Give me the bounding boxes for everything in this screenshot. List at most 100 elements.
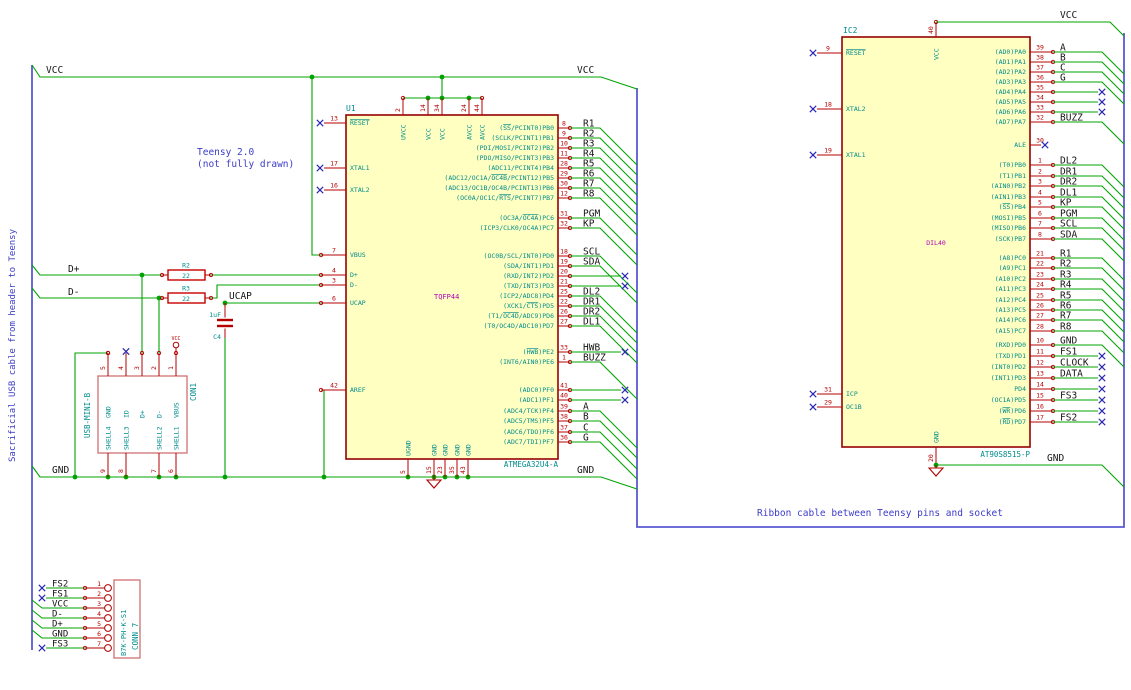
u1-value: TQFP44 [434, 293, 459, 301]
u1-pin-number: 34 [433, 104, 441, 112]
ic2-ref[interactable]: IC2 [843, 26, 858, 35]
conn7-pad-7[interactable] [104, 644, 112, 652]
net-label-g[interactable]: G [583, 433, 589, 444]
net-label-r2[interactable]: R2 [1060, 259, 1071, 270]
note-teensy[interactable]: Teensy 2.0 [197, 147, 254, 158]
net-label-sda[interactable]: SDA [1060, 230, 1077, 241]
u1-pin-name: (OC0A/OC1C/RTS/PCINT7)PB7 [456, 194, 554, 202]
u1-ref[interactable]: U1 [346, 104, 356, 113]
net-label-clock[interactable]: CLOCK [1060, 358, 1089, 369]
note-sacrificial-usb-cable[interactable]: Sacrificial USB cable from header to Tee… [8, 228, 18, 462]
ic2-pin-name: (AD3)PA3 [995, 78, 1026, 86]
conn7-ref[interactable]: CONN_7 [131, 623, 140, 650]
net-label-gnd[interactable]: GND [52, 465, 69, 476]
vcc-power-symbol-label: VCC [171, 336, 180, 342]
ic2-pin-number: 26 [1036, 302, 1044, 310]
wire-R4 [570, 157, 638, 196]
usb-ref[interactable]: CON1 [189, 383, 198, 401]
net-label-r7[interactable]: R7 [1060, 311, 1071, 322]
net-label-vcc[interactable]: VCC [577, 65, 594, 76]
net-label-ucap[interactable]: UCAP [229, 291, 252, 302]
ic2-pin-name: (A15)PC7 [995, 327, 1026, 335]
net-label-r8[interactable]: R8 [583, 189, 595, 200]
u1-pin-number: 24 [460, 104, 468, 112]
conn7-pad-4[interactable] [104, 614, 112, 622]
net-label-fs1[interactable]: FS1 [1060, 347, 1077, 358]
net-label-fs2[interactable]: FS2 [1060, 413, 1077, 424]
net-label-fs3[interactable]: FS3 [52, 640, 68, 650]
wire-vcc [936, 21, 1125, 37]
net-label-dl1[interactable]: DL1 [583, 317, 600, 328]
note-ribbon-cable[interactable]: Ribbon cable between Teensy pins and soc… [757, 508, 1003, 519]
net-label-d-[interactable]: D- [52, 610, 63, 620]
u1-pin-number: 18 [560, 248, 568, 256]
net-label-kp[interactable]: KP [1060, 198, 1072, 209]
conn7-pad-1[interactable] [104, 584, 112, 592]
net-label-vcc[interactable]: VCC [46, 65, 63, 76]
net-label-buzz[interactable]: BUZZ [583, 353, 606, 364]
net-label-b[interactable]: B [583, 412, 589, 423]
net-label-data[interactable]: DATA [1060, 369, 1083, 380]
net-label-r8[interactable]: R8 [1060, 322, 1072, 333]
wire-R6 [570, 177, 638, 216]
conn7-pad-5[interactable] [104, 624, 112, 632]
u1-pin-name: UGND [405, 440, 413, 456]
conn7-pad-3[interactable] [104, 604, 112, 612]
conn7-pin-number: 2 [97, 590, 101, 598]
net-label-gnd[interactable]: GND [1047, 453, 1064, 464]
wire-R8 [570, 197, 638, 236]
usb-pin-number: 6 [167, 469, 175, 473]
u1-pin-number: 20 [560, 268, 568, 276]
net-label-fs3[interactable]: FS3 [1060, 391, 1077, 402]
conn7-pad-2[interactable] [104, 594, 112, 602]
net-label-vcc[interactable]: VCC [52, 600, 68, 610]
usb-pin-number: 9 [99, 469, 107, 473]
gnd-symbol-icon [927, 467, 945, 477]
ic2-pin-number: 38 [1036, 54, 1044, 62]
net-label-gnd[interactable]: GND [52, 630, 68, 640]
net-label-r4[interactable]: R4 [1060, 280, 1072, 291]
net-label-vcc[interactable]: VCC [1060, 10, 1077, 21]
R2-ref: R2 [182, 262, 190, 270]
u1-pin-number: 42 [330, 382, 338, 390]
ic2-pin-number: 33 [1036, 104, 1044, 112]
u1-pin-number: 19 [560, 258, 568, 266]
conn7-part[interactable]: B7K-PH-K-S1 [120, 610, 128, 656]
ic2-pin-name: (AD5)PA5 [995, 98, 1026, 106]
net-label-d+[interactable]: D+ [52, 620, 63, 630]
net-label-fs2[interactable]: FS2 [52, 580, 68, 590]
ic2-pin-name: (TXD)PD1 [995, 352, 1026, 360]
net-label-gnd[interactable]: GND [1060, 336, 1077, 347]
u1-pin-number: 13 [330, 115, 338, 123]
net-label-buzz[interactable]: BUZZ [1060, 113, 1083, 124]
u1-pin-name: (ICP3/CLK0/OC4A)PC7 [480, 224, 554, 232]
net-label-g[interactable]: G [1060, 73, 1066, 84]
conn7-pad-6[interactable] [104, 634, 112, 642]
note-teensy[interactable]: (not fully drawn) [197, 159, 294, 170]
net-label-kp[interactable]: KP [583, 219, 595, 230]
u1-pin-number: 22 [560, 298, 568, 306]
ic2-pin-name: (INT0)PD2 [991, 363, 1026, 371]
u1-pin-name: D+ [350, 271, 358, 279]
u1-pin-number: 21 [560, 278, 568, 286]
net-label-dl2[interactable]: DL2 [1060, 156, 1077, 167]
u1-pin-number: 35 [448, 466, 456, 474]
ic2-pin-number: 10 [1036, 337, 1044, 345]
c4-ref[interactable]: C4 [213, 333, 221, 341]
ic2-pin-number: 29 [824, 399, 832, 407]
net-label-gnd[interactable]: GND [577, 465, 594, 476]
ic2-pin-name: ICP [846, 390, 858, 398]
wire-vcc [31, 64, 638, 90]
net-label-dplus[interactable]: D+ [68, 264, 80, 275]
net-label-scl[interactable]: SCL [1060, 219, 1077, 230]
net-label-fs1[interactable]: FS1 [52, 590, 68, 600]
c4-value[interactable]: 1uF [209, 311, 221, 319]
conn7-pin-number: 6 [97, 630, 101, 638]
u1-pin-number: 39 [560, 403, 568, 411]
u1-pin-name: (ADC12/OC1A/OC4B/PCINT12)PB5 [444, 174, 554, 182]
ic2-pin-name: PD4 [1014, 385, 1026, 393]
net-label-dr2[interactable]: DR2 [1060, 177, 1077, 188]
net-label-dminus[interactable]: D- [68, 287, 79, 298]
net-label-sda[interactable]: SDA [583, 257, 600, 268]
usb-part[interactable]: USB-MINI-B [83, 392, 92, 438]
